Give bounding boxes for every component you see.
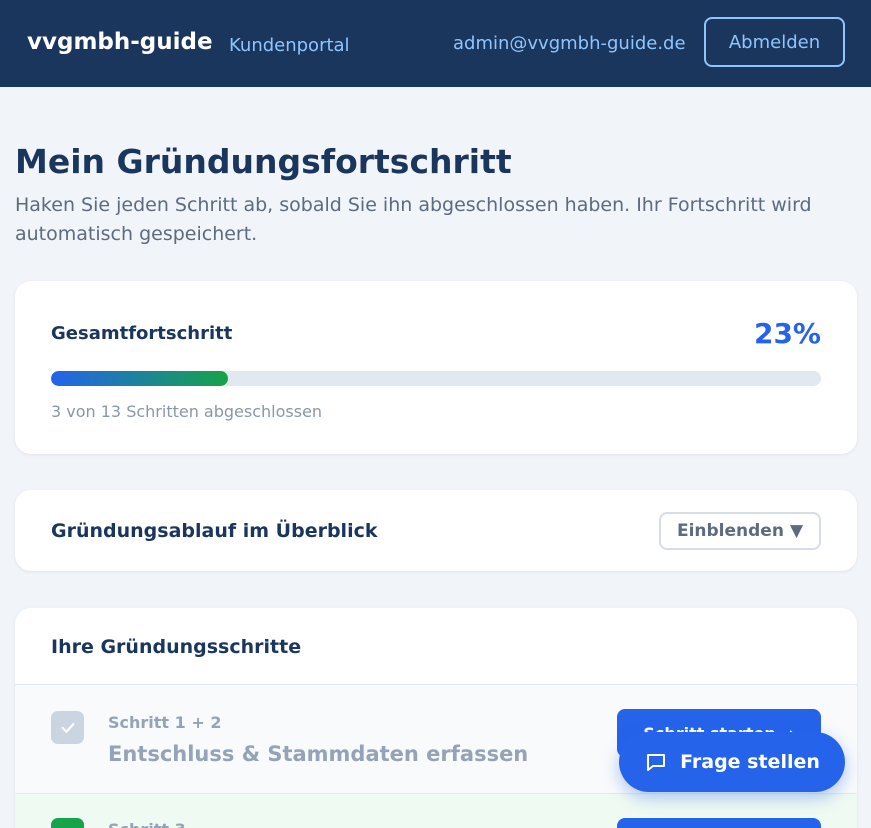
step-row: Schritt 3 xyxy=(15,793,857,828)
checkmark-icon xyxy=(61,722,74,733)
progress-label: Gesamtfortschritt xyxy=(51,323,233,344)
overview-toggle-label: Einblenden xyxy=(676,521,784,541)
portal-label: Kundenportal xyxy=(229,35,350,56)
overall-progress-card: Gesamtfortschritt 23% 3 von 13 Schritten… xyxy=(15,281,857,454)
steps-title: Ihre Gründungsschritte xyxy=(51,636,302,658)
step-checkbox[interactable] xyxy=(51,711,84,744)
ask-question-label: Frage stellen xyxy=(680,751,820,773)
user-email: admin@vvgmbh-guide.de xyxy=(453,33,686,54)
steps-card: Ihre Gründungsschritte Schritt 1 + 2 Ent… xyxy=(15,608,857,828)
overview-toggle-button[interactable]: Einblenden ▼ xyxy=(659,512,821,550)
step-number: Schritt 3 xyxy=(108,820,186,828)
logout-button[interactable]: Abmelden xyxy=(704,17,845,67)
top-bar: vvgmbh-guide Kundenportal admin@vvgmbh-g… xyxy=(0,0,871,87)
progress-percent: 23% xyxy=(753,317,821,350)
triangle-down-icon: ▼ xyxy=(789,521,804,541)
progress-caption: 3 von 13 Schritten abgeschlossen xyxy=(51,402,323,421)
page-title: Mein Gründungsfortschritt xyxy=(15,142,512,181)
chat-bubble-icon xyxy=(647,754,666,771)
brand-logo[interactable]: vvgmbh-guide xyxy=(27,29,213,55)
overview-card: Gründungsablauf im Überblick Einblenden … xyxy=(15,490,857,571)
page-subtitle: Haken Sie jeden Schritt ab, sobald Sie i… xyxy=(15,194,812,245)
ask-question-button[interactable]: Frage stellen xyxy=(619,732,845,792)
overview-title: Gründungsablauf im Überblick xyxy=(51,520,378,542)
progress-bar xyxy=(51,371,821,386)
step-title: Entschluss & Stammdaten erfassen xyxy=(108,742,529,766)
start-step-button[interactable] xyxy=(617,818,821,828)
progress-bar-fill xyxy=(51,371,229,386)
step-checkbox[interactable] xyxy=(51,818,84,828)
step-number: Schritt 1 + 2 xyxy=(108,713,222,732)
